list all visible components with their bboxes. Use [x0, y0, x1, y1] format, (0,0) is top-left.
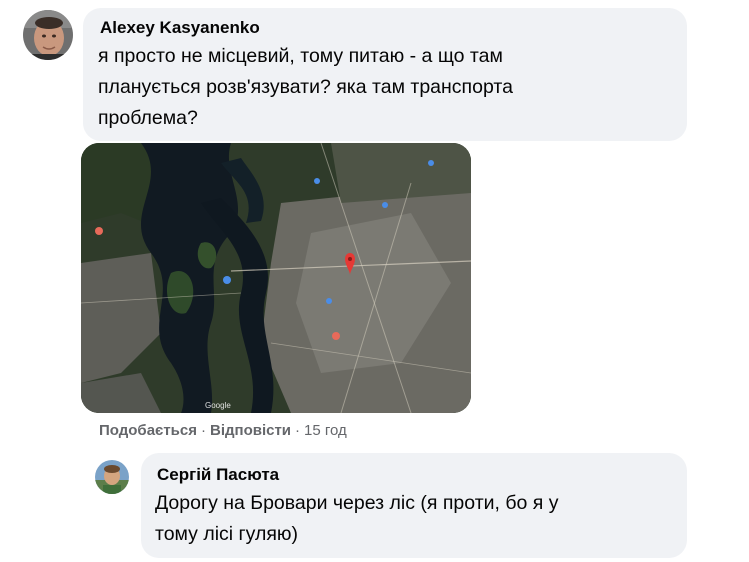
action-separator: ·: [295, 422, 301, 439]
reply-link[interactable]: Відповісти: [210, 422, 291, 439]
action-separator: ·: [200, 422, 206, 439]
reply-text-line-1: Дорогу на Бровари через ліс (я проти, бо…: [155, 492, 559, 514]
google-watermark: Google: [205, 401, 231, 410]
map-attachment[interactable]: Google: [81, 143, 471, 413]
satellite-map-image: [81, 143, 471, 413]
reply-avatar[interactable]: [95, 460, 129, 494]
reply-text-line-2: тому лісі гуляю): [155, 523, 299, 545]
reply-author[interactable]: Сергій Пасюта: [157, 465, 279, 485]
comment-actions: Подобається · Відповісти · 15 год: [99, 422, 347, 439]
reply-bubble: Сергій Пасюта Дорогу на Бровари через лі…: [141, 453, 687, 558]
comment-text-line-1: я просто не місцевий, тому питаю - а що …: [98, 45, 503, 67]
comment-text-line-3: проблема?: [98, 107, 198, 129]
profile-photo-icon: [23, 10, 73, 60]
profile-photo-icon: [95, 460, 129, 494]
like-link[interactable]: Подобається: [99, 422, 197, 439]
comment-bubble: Alexey Kasyanenko я просто не місцевий, …: [83, 8, 687, 141]
comment-author[interactable]: Alexey Kasyanenko: [100, 18, 260, 38]
comment-timestamp[interactable]: 15 год: [304, 422, 347, 439]
comment-text-line-2: планується розв'язувати? яка там транспо…: [98, 76, 513, 98]
commenter-avatar[interactable]: [23, 10, 73, 60]
